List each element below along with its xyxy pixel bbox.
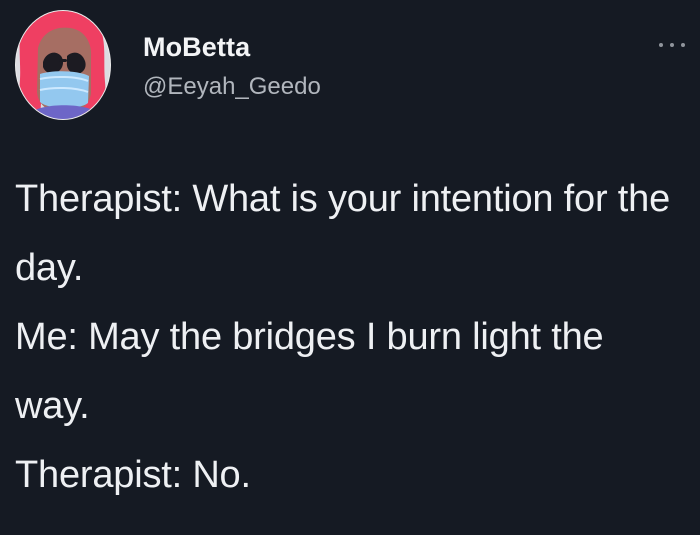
more-options-icon	[670, 43, 674, 47]
avatar[interactable]	[15, 10, 111, 120]
display-name[interactable]: MoBetta	[143, 31, 503, 63]
tweet-card: MoBetta @Eeyah_Geedo Therapist: What is …	[0, 0, 700, 535]
more-options-icon	[659, 43, 663, 47]
author-handle[interactable]: @Eeyah_Geedo	[143, 73, 503, 101]
author-names: MoBetta @Eeyah_Geedo	[143, 31, 503, 101]
avatar-image	[16, 11, 110, 119]
tweet-body: Therapist: What is your intention for th…	[15, 165, 685, 510]
tweet-header: MoBetta @Eeyah_Geedo	[15, 10, 685, 120]
more-options-button[interactable]	[659, 35, 685, 55]
more-options-icon	[681, 43, 685, 47]
tweet-line: Therapist: What is your intention for th…	[15, 178, 671, 289]
tweet-line: Therapist: No.	[15, 454, 251, 496]
tweet-line: Me: May the bridges I burn light the way…	[15, 316, 604, 427]
